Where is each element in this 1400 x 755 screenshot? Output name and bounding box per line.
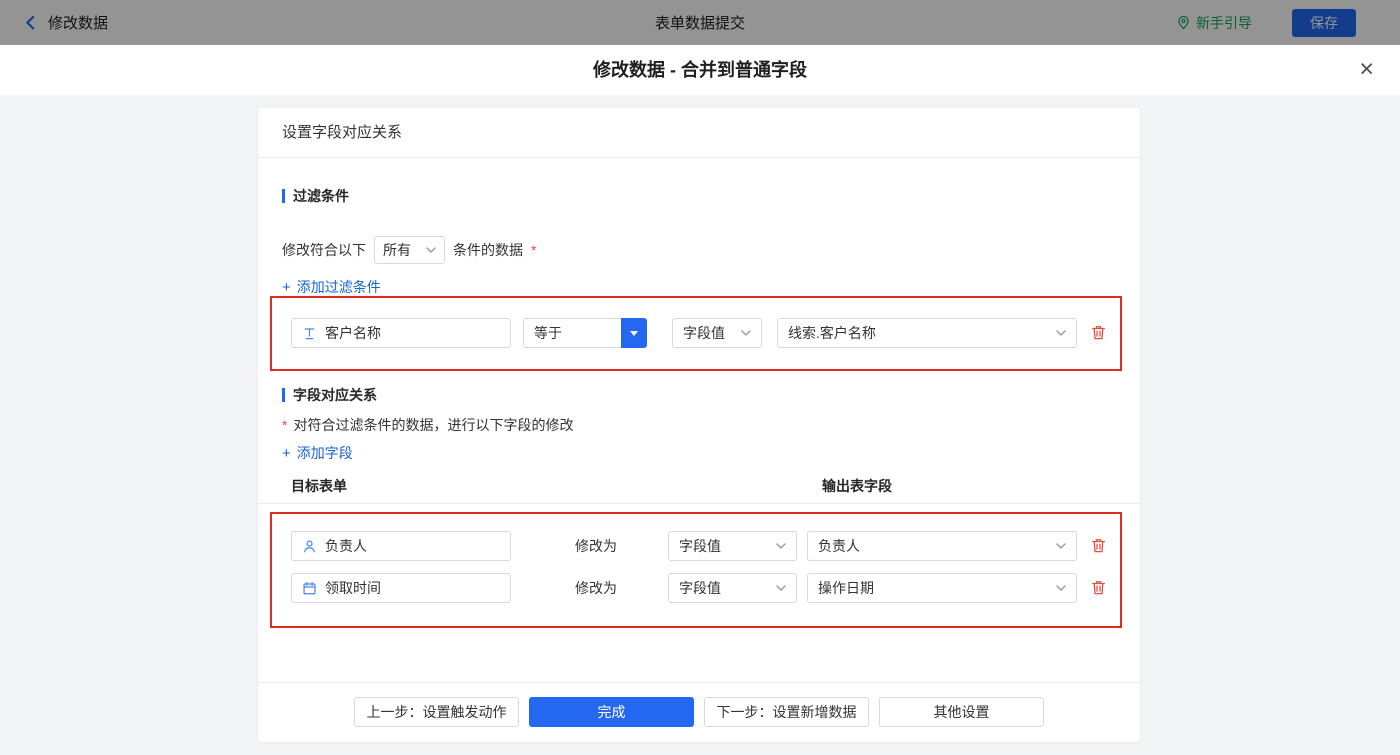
condition-prefix: 修改符合以下 <box>282 242 366 258</box>
guide-label[interactable]: 新手引导 <box>1196 13 1252 33</box>
dialog-title: 修改数据 - 合并到普通字段 <box>593 60 807 80</box>
save-button[interactable]: 保存 <box>1292 8 1356 37</box>
done-button[interactable]: 完成 <box>529 697 694 727</box>
filter-section-title: 过滤条件 <box>282 186 349 206</box>
calendar-icon <box>303 581 316 594</box>
back-nav[interactable]: 修改数据 <box>22 12 108 33</box>
card-header: 设置字段对应关系 <box>282 124 403 141</box>
plus-icon: + <box>282 278 291 296</box>
chevron-down-icon <box>1056 585 1066 591</box>
required-asterisk: * <box>531 242 537 258</box>
value-select[interactable]: 负责人 <box>807 531 1077 561</box>
condition-suffix: 条件的数据 <box>453 242 523 258</box>
topbar: 修改数据 表单数据提交 新手引导 保存 <box>0 0 1400 45</box>
settings-card: 设置字段对应关系 过滤条件 修改符合以下 所有 条件的数据 * + 添加过滤条件 <box>258 108 1140 742</box>
target-field-input[interactable]: 领取时间 <box>291 573 511 603</box>
screen: 修改数据 表单数据提交 新手引导 保存 修改数据 - 合并到普通字段 × 设置字… <box>0 0 1400 755</box>
value-select[interactable]: 操作日期 <box>807 573 1077 603</box>
chevron-down-icon <box>1056 543 1066 549</box>
chevron-down-icon <box>426 247 436 253</box>
close-icon[interactable]: × <box>1359 55 1374 83</box>
section-accent-bar <box>282 189 285 203</box>
footer-actions: 上一步：设置触发动作 完成 下一步：设置新增数据 其他设置 <box>258 697 1140 727</box>
condition-row: 修改符合以下 所有 条件的数据 * <box>282 236 536 264</box>
delete-row-icon[interactable] <box>1090 324 1107 341</box>
location-pin-icon <box>1178 15 1189 30</box>
chevron-down-icon <box>776 543 786 549</box>
modify-to-label: 修改为 <box>575 538 617 554</box>
delete-row-icon[interactable] <box>1090 579 1107 596</box>
operator-dropdown-button[interactable] <box>621 318 647 348</box>
column-header-target-form: 目标表单 <box>291 478 347 494</box>
value-type-select[interactable]: 字段值 <box>668 573 797 603</box>
back-label[interactable]: 修改数据 <box>48 12 108 33</box>
next-step-button[interactable]: 下一步：设置新增数据 <box>704 697 869 727</box>
chevron-down-icon <box>741 330 751 336</box>
prev-step-button[interactable]: 上一步：设置触发动作 <box>354 697 519 727</box>
chevron-down-icon <box>1056 330 1066 336</box>
value-type-select[interactable]: 字段值 <box>672 318 762 348</box>
scope-select[interactable]: 所有 <box>374 236 445 264</box>
column-header-output-field: 输出表字段 <box>822 478 892 494</box>
add-filter-condition-link[interactable]: + 添加过滤条件 <box>282 277 381 297</box>
person-icon <box>304 540 315 552</box>
modify-to-label: 修改为 <box>575 580 617 596</box>
caret-down-icon <box>630 330 638 336</box>
divider <box>258 682 1140 683</box>
mapping-description: * 对符合过滤条件的数据，进行以下字段的修改 <box>282 417 574 433</box>
add-field-link[interactable]: + 添加字段 <box>282 443 353 463</box>
topbar-actions: 新手引导 保存 <box>1176 8 1356 37</box>
dialog-header: 修改数据 - 合并到普通字段 × <box>0 45 1400 95</box>
divider <box>258 503 1140 504</box>
divider <box>258 157 1140 158</box>
target-field-input[interactable]: 负责人 <box>291 531 511 561</box>
operator-select[interactable]: 等于 <box>523 318 647 348</box>
beginner-guide-link[interactable]: 新手引导 <box>1176 13 1252 33</box>
mapping-section-title: 字段对应关系 <box>282 385 377 405</box>
value-type-select[interactable]: 字段值 <box>668 531 797 561</box>
topbar-title: 表单数据提交 <box>654 15 746 32</box>
dialog-body: 设置字段对应关系 过滤条件 修改符合以下 所有 条件的数据 * + 添加过滤条件 <box>0 95 1400 755</box>
annotation-highlight-mapping <box>270 512 1122 628</box>
value-select[interactable]: 线索.客户名称 <box>777 318 1077 348</box>
delete-row-icon[interactable] <box>1090 537 1107 554</box>
back-chevron-icon[interactable] <box>22 14 39 31</box>
required-asterisk: * <box>282 417 288 433</box>
chevron-down-icon <box>776 585 786 591</box>
other-settings-button[interactable]: 其他设置 <box>879 697 1044 727</box>
plus-icon: + <box>282 444 291 462</box>
filter-field-input[interactable]: 客户名称 <box>291 318 511 348</box>
section-accent-bar <box>282 388 285 402</box>
text-field-icon <box>304 327 315 339</box>
